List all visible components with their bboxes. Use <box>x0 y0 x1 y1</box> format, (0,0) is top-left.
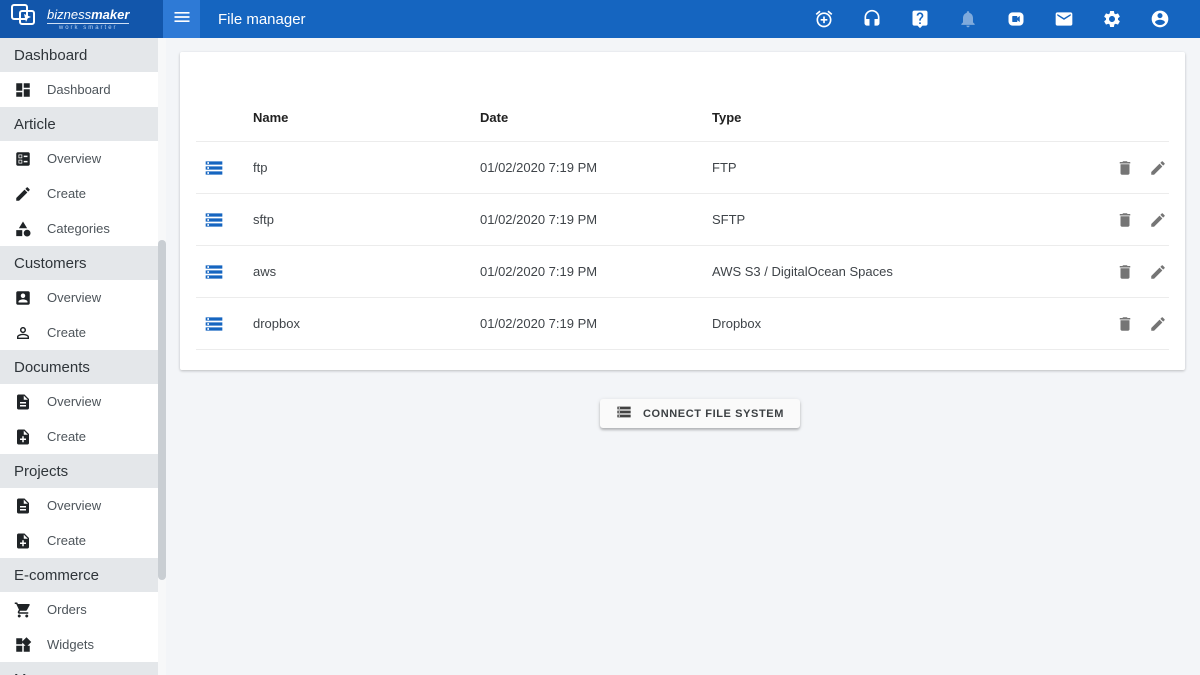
category-icon <box>14 220 32 238</box>
column-header-type: Type <box>712 110 1099 125</box>
cell-date: 01/02/2020 7:19 PM <box>480 212 712 227</box>
sidebar-item-customers-overview[interactable]: Overview <box>0 280 166 315</box>
sidebar-item-documents-create[interactable]: Create <box>0 419 166 454</box>
notifications-icon[interactable] <box>958 9 978 29</box>
sidebar-section-projects: Projects <box>0 454 166 488</box>
help-icon[interactable] <box>910 9 930 29</box>
sidebar-section-documents: Documents <box>0 350 166 384</box>
dashboard-icon <box>14 81 32 99</box>
sidebar-section-customers: Customers <box>0 246 166 280</box>
table-row[interactable]: aws 01/02/2020 7:19 PM AWS S3 / DigitalO… <box>196 246 1169 298</box>
mail-icon[interactable] <box>1054 9 1074 29</box>
sidebar-item-projects-overview[interactable]: Overview <box>0 488 166 523</box>
file-systems-table: Name Date Type ftp 01/02/2020 7:19 PM FT… <box>196 93 1169 350</box>
main-content: Name Date Type ftp 01/02/2020 7:19 PM FT… <box>166 38 1200 675</box>
table-row[interactable]: dropbox 01/02/2020 7:19 PM Dropbox <box>196 298 1169 350</box>
delete-icon[interactable] <box>1116 159 1134 177</box>
edit-icon[interactable] <box>1149 211 1167 229</box>
document-icon <box>14 497 32 515</box>
video-chat-icon[interactable] <box>1006 9 1026 29</box>
sidebar-item-orders[interactable]: Orders <box>0 592 166 627</box>
sidebar-scrollbar-track[interactable] <box>158 38 166 675</box>
cell-type: AWS S3 / DigitalOcean Spaces <box>712 264 1099 279</box>
brand-tagline: work smarter <box>47 25 129 31</box>
account-icon[interactable] <box>1150 9 1170 29</box>
ballot-icon <box>14 150 32 168</box>
cell-date: 01/02/2020 7:19 PM <box>480 264 712 279</box>
edit-icon[interactable] <box>1149 315 1167 333</box>
table-header-row: Name Date Type <box>196 93 1169 142</box>
sidebar-section-ecommerce: E-commerce <box>0 558 166 592</box>
column-header-date: Date <box>480 110 712 125</box>
cell-name: sftp <box>253 212 480 227</box>
storage-icon <box>204 314 224 334</box>
cart-icon <box>14 601 32 619</box>
document-icon <box>14 393 32 411</box>
table-row[interactable]: ftp 01/02/2020 7:19 PM FTP <box>196 142 1169 194</box>
sidebar-item-dashboard[interactable]: Dashboard <box>0 72 166 107</box>
note-add-icon <box>14 428 32 446</box>
cell-type: FTP <box>712 160 1099 175</box>
cell-type: Dropbox <box>712 316 1099 331</box>
delete-icon[interactable] <box>1116 315 1134 333</box>
delete-icon[interactable] <box>1116 263 1134 281</box>
person-icon <box>14 324 32 342</box>
sidebar-item-article-categories[interactable]: Categories <box>0 211 166 246</box>
page-title: File manager <box>218 11 306 28</box>
file-systems-card: Name Date Type ftp 01/02/2020 7:19 PM FT… <box>180 52 1185 370</box>
brand-icon <box>9 3 41 35</box>
menu-button[interactable] <box>163 0 200 38</box>
sidebar: Dashboard Dashboard Article Overview Cre… <box>0 38 166 675</box>
cell-name: aws <box>253 264 480 279</box>
sidebar-section-article: Article <box>0 107 166 141</box>
hamburger-icon <box>172 7 192 32</box>
brand-logo[interactable]: biznessmaker work smarter <box>0 0 163 38</box>
edit-icon[interactable] <box>1149 159 1167 177</box>
connect-file-system-button[interactable]: CONNECT FILE SYSTEM <box>600 399 800 428</box>
edit-icon[interactable] <box>1149 263 1167 281</box>
storage-icon <box>204 158 224 178</box>
sidebar-item-customers-create[interactable]: Create <box>0 315 166 350</box>
delete-icon[interactable] <box>1116 211 1134 229</box>
sidebar-item-widgets[interactable]: Widgets <box>0 627 166 662</box>
storage-icon <box>204 262 224 282</box>
cell-date: 01/02/2020 7:19 PM <box>480 316 712 331</box>
sidebar-section-more: More <box>0 662 166 675</box>
sidebar-section-dashboard: Dashboard <box>0 38 166 72</box>
top-bar: biznessmaker work smarter File manager <box>0 0 1200 38</box>
cell-name: ftp <box>253 160 480 175</box>
widgets-icon <box>14 636 32 654</box>
note-add-icon <box>14 532 32 550</box>
alarm-add-icon[interactable] <box>814 9 834 29</box>
storage-icon <box>616 404 632 423</box>
sidebar-item-documents-overview[interactable]: Overview <box>0 384 166 419</box>
sidebar-item-article-overview[interactable]: Overview <box>0 141 166 176</box>
table-row[interactable]: sftp 01/02/2020 7:19 PM SFTP <box>196 194 1169 246</box>
brand-name: biznessmaker <box>47 8 129 24</box>
cell-date: 01/02/2020 7:19 PM <box>480 160 712 175</box>
settings-icon[interactable] <box>1102 9 1122 29</box>
column-header-name: Name <box>253 110 480 125</box>
sidebar-scrollbar-thumb[interactable] <box>158 240 166 580</box>
cell-name: dropbox <box>253 316 480 331</box>
storage-icon <box>204 210 224 230</box>
headset-icon[interactable] <box>862 9 882 29</box>
cell-type: SFTP <box>712 212 1099 227</box>
sidebar-item-projects-create[interactable]: Create <box>0 523 166 558</box>
create-icon <box>14 185 32 203</box>
account-box-icon <box>14 289 32 307</box>
sidebar-item-article-create[interactable]: Create <box>0 176 166 211</box>
